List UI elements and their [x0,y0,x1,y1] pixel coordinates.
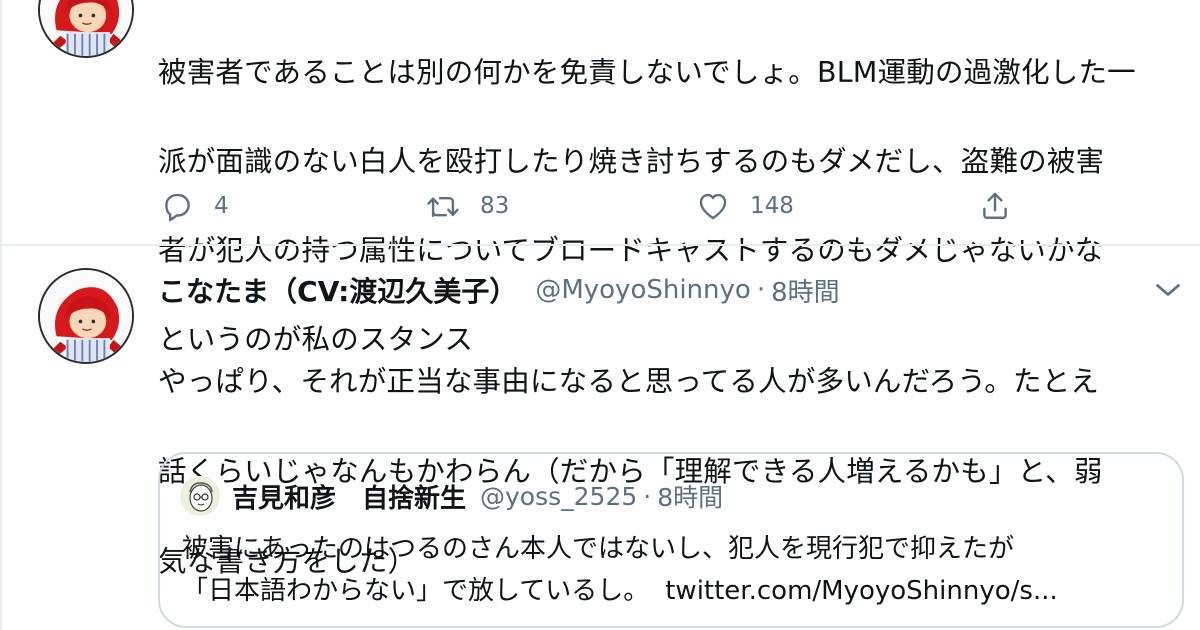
reply-button[interactable]: 4 [160,186,229,226]
avatar[interactable] [38,268,134,364]
like-button[interactable]: 148 [696,186,794,226]
user-handle[interactable]: @yoss_2525 [480,482,637,511]
avatar-image [40,270,132,362]
tweet[interactable]: 被害者であることは別の何かを免責しないでしょ。BLM運動の過激化した一 派が面識… [2,0,1200,356]
timestamp[interactable]: 8時間 [771,272,840,309]
tweet-link[interactable]: twitter.com/MyoyoShinnyo/s... [665,576,1058,606]
quoted-tweet-text-fragment: 「日本語わからない」で放しているし。 [182,576,650,606]
chevron-down-icon [1150,272,1186,308]
share-icon [978,189,1012,223]
retweet-icon [426,189,460,223]
quoted-tweet-text-line: 「日本語わからない」で放しているし。 twitter.com/MyoyoShinn… [182,570,1172,612]
quoted-tweet-text: 被害にあったのはつるのさん本人ではないし、犯人を現行犯で抑えたが 「日本語わから… [182,528,1172,612]
tweet-header: こなたま（CV:渡辺久美子） @MyoyoShinnyo · 8時間 [158,268,840,312]
avatar[interactable] [38,0,134,58]
avatar[interactable] [180,476,220,516]
quoted-tweet[interactable]: 吉見和彦 自捨新生 @yoss_2525 · 8時間 被害にあったのはつるのさん… [158,452,1184,628]
quoted-tweet-header: 吉見和彦 自捨新生 @yoss_2525 · 8時間 [232,474,723,518]
reply-icon [160,189,194,223]
heart-icon [696,189,730,223]
more-options-button[interactable] [1150,272,1186,308]
timeline: 被害者であることは別の何かを免責しないでしょ。BLM運動の過激化した一 派が面識… [0,0,1200,630]
avatar-image [40,0,132,56]
reply-count: 4 [214,193,229,219]
share-button[interactable] [978,186,1012,226]
tweet-actions: 4 83 148 [160,186,1060,226]
separator-dot: · [756,275,766,305]
avatar-image [180,476,220,516]
tweet[interactable]: こなたま（CV:渡辺久美子） @MyoyoShinnyo · 8時間 やっぱり、… [2,246,1200,630]
tweet-text-line: 派が面識のない白人を殴打したり焼き討ちするのもダメだし、盗難の被害 [158,144,1105,178]
retweet-count: 83 [480,193,510,219]
separator-dot: · [643,481,652,511]
user-handle[interactable]: @MyoyoShinnyo [535,275,750,305]
quoted-tweet-text-line: 被害にあったのはつるのさん本人ではないし、犯人を現行犯で抑えたが [182,534,1015,564]
tweet-text-line: やっぱり、それが正当な事由になると思ってる人が多いんだろう。たとえ [158,365,1100,398]
retweet-button[interactable]: 83 [426,186,509,226]
tweet-text-line: 被害者であることは別の何かを免責しないでしょ。BLM運動の過激化した一 [158,55,1136,89]
display-name[interactable]: 吉見和彦 自捨新生 [232,478,466,515]
timestamp[interactable]: 8時間 [657,478,723,514]
like-count: 148 [750,193,794,219]
display-name[interactable]: こなたま（CV:渡辺久美子） [158,270,517,310]
